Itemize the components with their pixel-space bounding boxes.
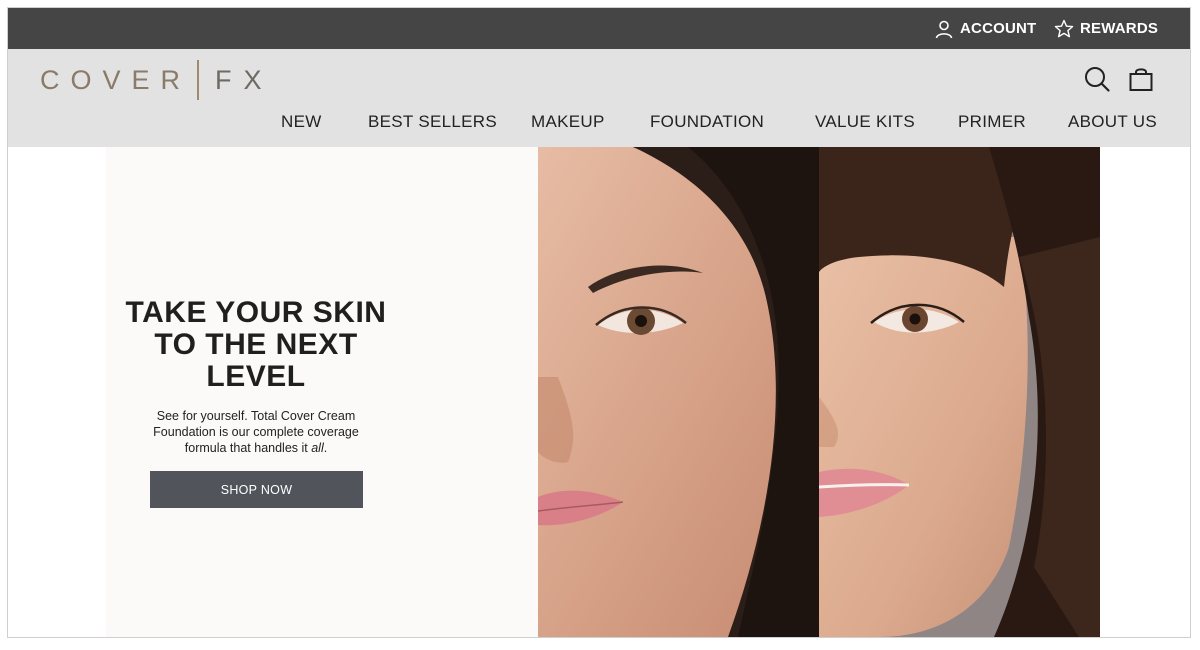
hero-subtext-emphasis: all — [311, 441, 324, 455]
logo-text-fx: FX — [215, 64, 274, 95]
nav-item-value-kits[interactable]: VALUE KITS — [815, 103, 915, 141]
utility-bar: ACCOUNT REWARDS — [8, 8, 1190, 49]
nav-item-primer[interactable]: PRIMER — [958, 103, 1026, 141]
account-link[interactable]: ACCOUNT — [934, 8, 1036, 49]
brand-logo[interactable]: COVER FX — [40, 59, 274, 101]
star-icon — [1054, 19, 1074, 37]
nav-item-new[interactable]: NEW — [281, 103, 322, 141]
rewards-link[interactable]: REWARDS — [1054, 8, 1158, 49]
site-header: COVER FX NEW BEST SELLERS MAKEUP FOUNDAT… — [8, 49, 1190, 147]
main-navigation: NEW BEST SELLERS MAKEUP FOUNDATION VALUE… — [8, 103, 1190, 141]
account-label: ACCOUNT — [960, 20, 1037, 37]
model-photo-after — [819, 147, 1100, 637]
nav-item-foundation[interactable]: FOUNDATION — [650, 103, 764, 141]
logo-divider — [197, 60, 200, 100]
model-photo-after-art — [819, 147, 1100, 637]
rewards-label: REWARDS — [1080, 20, 1159, 37]
shop-now-button[interactable]: SHOP NOW — [150, 471, 363, 508]
hero-subtext-end: . — [323, 441, 328, 455]
nav-item-best-sellers[interactable]: BEST SELLERS — [368, 103, 497, 141]
browser-viewport: ACCOUNT REWARDS COVER FX NEW BEST SELLER… — [7, 7, 1191, 638]
nav-item-makeup[interactable]: MAKEUP — [531, 103, 605, 141]
hero-subtext-main: See for yourself. Total Cover Cream Foun… — [153, 409, 359, 455]
shopping-bag-icon[interactable] — [1128, 66, 1154, 92]
logo-text-cover: COVER — [40, 64, 192, 95]
search-icon[interactable] — [1084, 66, 1110, 92]
nav-item-about-us[interactable]: ABOUT US — [1068, 103, 1157, 141]
hero-banner: TAKE YOUR SKIN TO THE NEXT LEVEL See for… — [8, 147, 1190, 637]
user-icon — [935, 20, 953, 38]
model-photo-before — [538, 147, 819, 637]
hero-subtext: See for yourself. Total Cover Cream Foun… — [136, 408, 376, 456]
hero-headline: TAKE YOUR SKIN TO THE NEXT LEVEL — [125, 296, 387, 393]
model-photo-before-art — [538, 147, 819, 637]
